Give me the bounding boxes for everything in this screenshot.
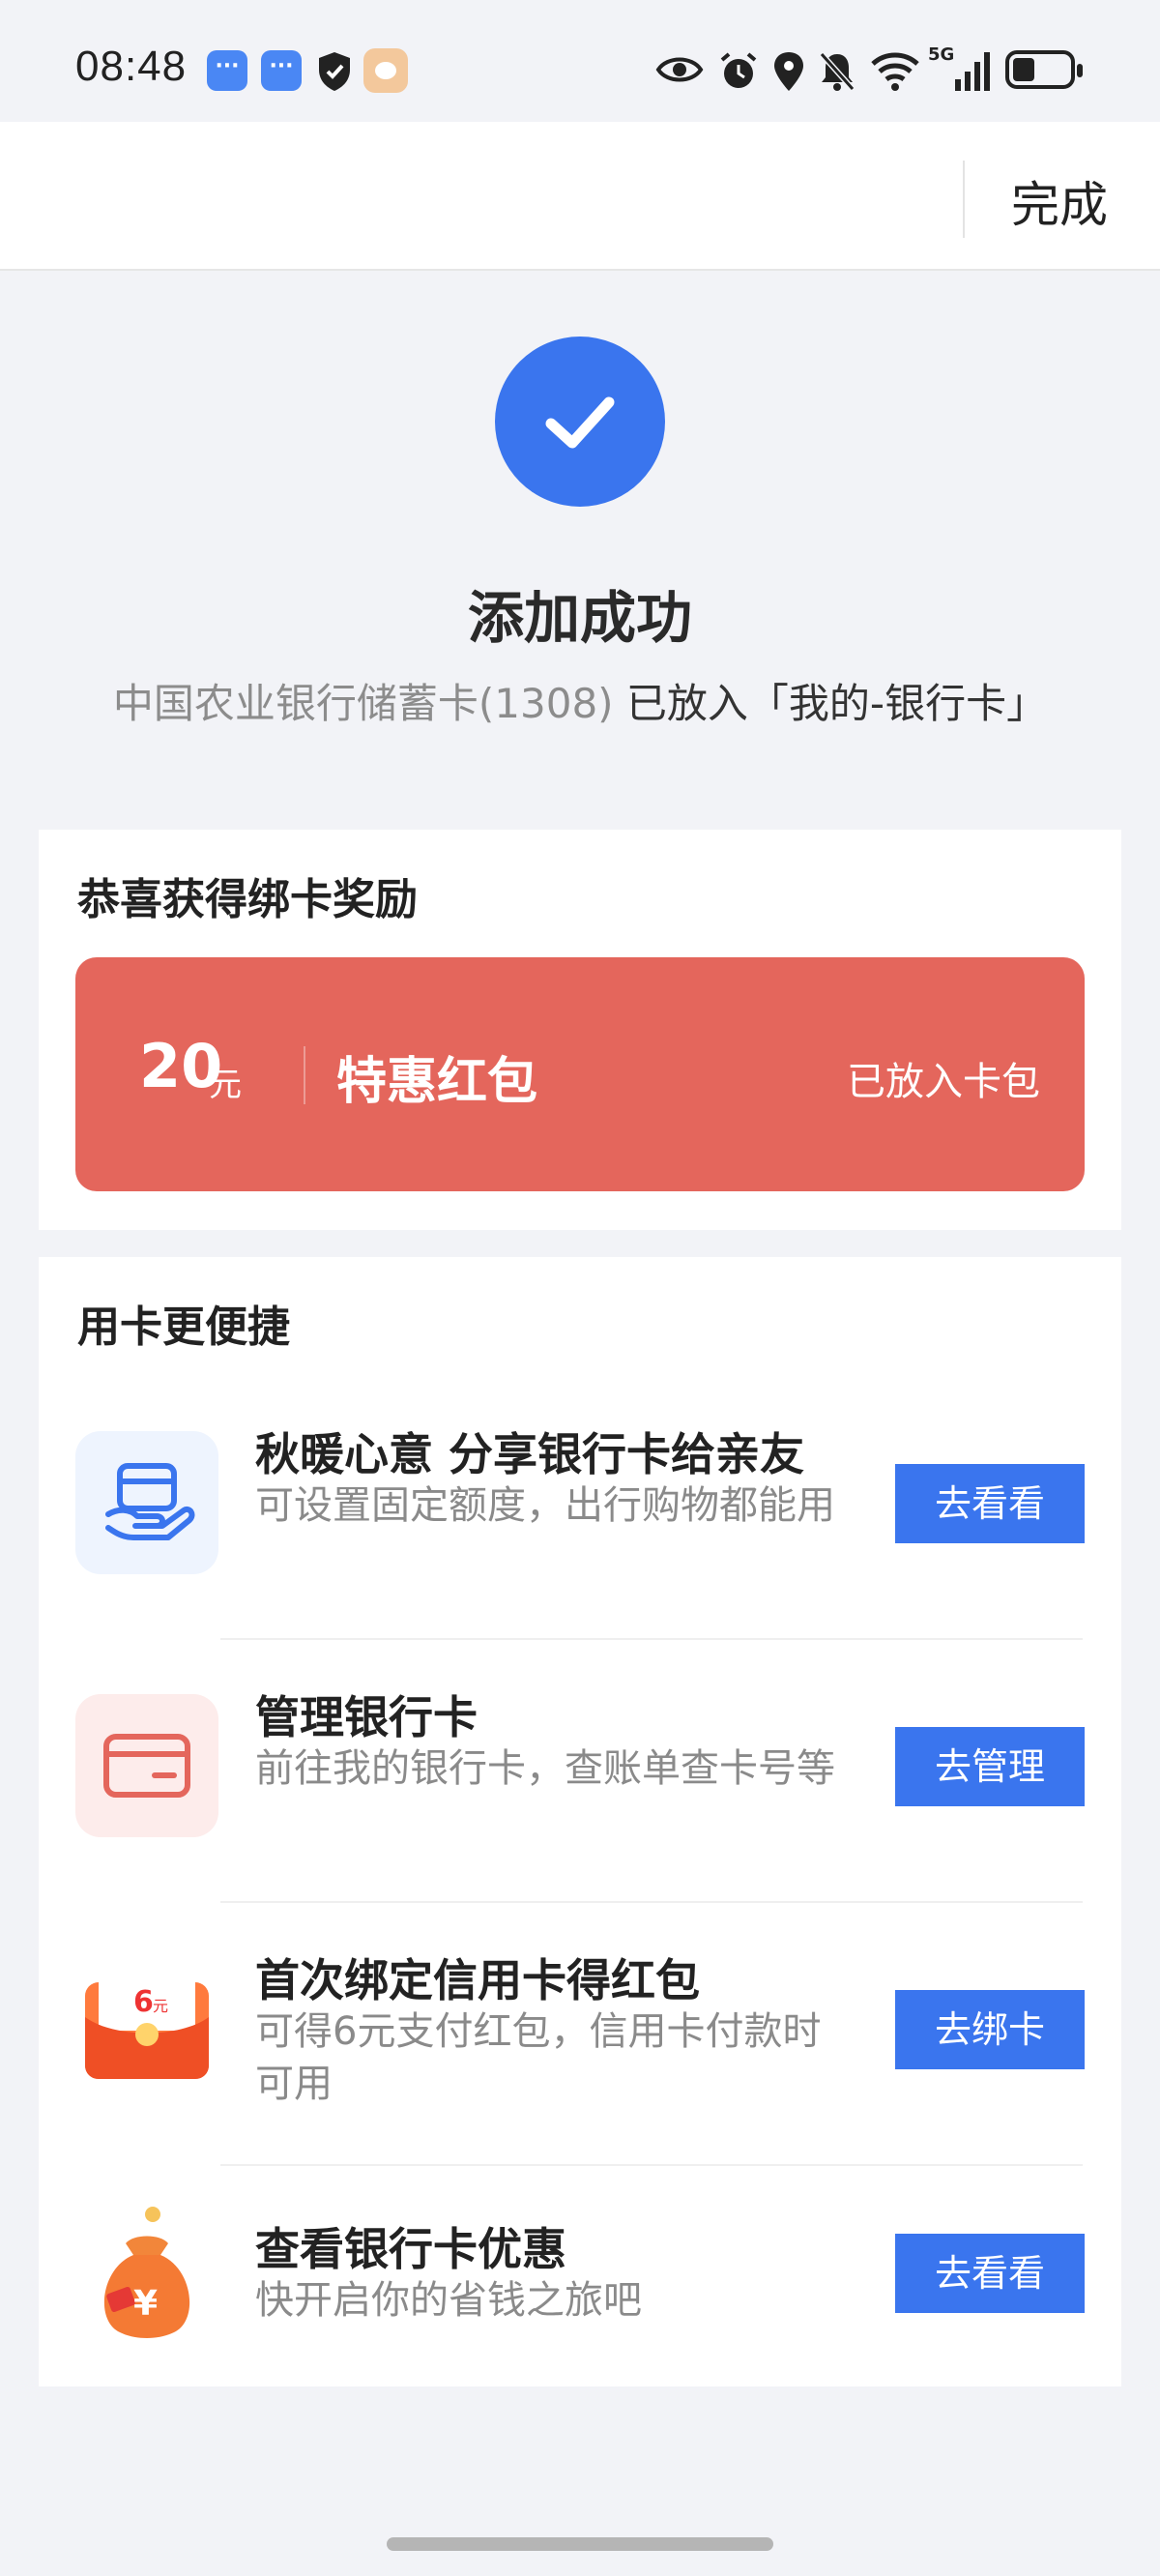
feature-item-manage-card[interactable]: 管理银行卡 前往我的银行卡，查账单查卡号等 去管理 xyxy=(39,1640,1121,1903)
red-packet-name: 特惠红包 xyxy=(336,1053,538,1111)
red-packet-unit: 元 xyxy=(209,1066,242,1104)
pet-app-icon xyxy=(363,48,408,93)
success-title: 添加成功 xyxy=(467,585,692,651)
eye-icon xyxy=(655,57,704,82)
success-subtitle: 中国农业银行储蓄卡(1308) 已放入「我的-银行卡」 xyxy=(0,671,1160,730)
go-manage-button[interactable]: 去管理 xyxy=(895,1727,1085,1806)
message-icon xyxy=(261,50,302,91)
feature-desc: 前往我的银行卡，查账单查卡号等 xyxy=(255,1746,835,1791)
status-bar: 08:48 5G xyxy=(0,0,1160,122)
battery-icon xyxy=(1005,50,1083,89)
share-card-icon xyxy=(75,1431,218,1574)
success-check-icon xyxy=(495,337,665,507)
go-bind-card-button[interactable]: 去绑卡 xyxy=(895,1990,1085,2069)
reward-card-title: 恭喜获得绑卡奖励 xyxy=(77,875,418,924)
top-bar: 完成 xyxy=(0,122,1160,271)
wifi-icon xyxy=(871,52,919,91)
red-packet-status: 已放入卡包 xyxy=(847,1060,1040,1104)
card-name-text: 中国农业银行储蓄卡(1308) xyxy=(112,680,614,727)
card-location-text: 已放入「我的-银行卡」 xyxy=(613,680,1048,727)
done-button[interactable]: 完成 xyxy=(1011,166,1108,236)
go-see-button[interactable]: 去看看 xyxy=(895,2234,1085,2313)
status-time: 08:48 xyxy=(75,43,188,90)
red-envelope-unit: 元 xyxy=(153,1997,168,2015)
red-envelope-amount: 6 xyxy=(133,1985,154,2019)
feature-title: 秋暖心意 分享银行卡给亲友 xyxy=(255,1428,805,1480)
features-title: 用卡更便捷 xyxy=(77,1303,290,1352)
red-envelope-icon: 6 元 xyxy=(75,1957,218,2100)
header-divider xyxy=(963,161,965,238)
feature-title: 查看银行卡优惠 xyxy=(255,2223,566,2275)
features-card: 用卡更便捷 秋暖心意 分享银行卡给亲友 可设置固定额度，出行购物都能用 去看看 … xyxy=(39,1257,1121,2386)
location-icon xyxy=(774,52,803,91)
signal-icon xyxy=(955,52,990,91)
money-bag-symbol: ¥ xyxy=(133,2284,158,2324)
feature-desc: 可得6元支付红包，信用卡付款时可用 xyxy=(255,2009,822,2106)
feature-item-bind-credit[interactable]: 6 元 首次绑定信用卡得红包 可得6元支付红包，信用卡付款时可用 去绑卡 xyxy=(39,1903,1121,2166)
go-see-button[interactable]: 去看看 xyxy=(895,1464,1085,1543)
red-packet-banner[interactable]: 20 元 特惠红包 已放入卡包 xyxy=(75,957,1085,1191)
feature-desc: 快开启你的省钱之旅吧 xyxy=(255,2278,642,2323)
home-indicator[interactable] xyxy=(387,2537,773,2551)
bank-card-icon xyxy=(75,1694,218,1837)
alarm-icon xyxy=(720,52,757,88)
message-icon xyxy=(207,50,247,91)
mute-icon xyxy=(819,52,856,91)
feature-item-card-offers[interactable]: ¥ 查看银行卡优惠 快开启你的省钱之旅吧 去看看 xyxy=(39,2166,1121,2386)
feature-item-share-card[interactable]: 秋暖心意 分享银行卡给亲友 可设置固定额度，出行购物都能用 去看看 xyxy=(39,1377,1121,1640)
feature-desc: 可设置固定额度，出行购物都能用 xyxy=(255,1483,835,1528)
red-packet-divider xyxy=(304,1046,305,1104)
feature-title: 首次绑定信用卡得红包 xyxy=(255,1954,700,2006)
network-type-label: 5G xyxy=(928,44,955,65)
feature-title: 管理银行卡 xyxy=(255,1691,478,1743)
reward-card: 恭喜获得绑卡奖励 20 元 特惠红包 已放入卡包 xyxy=(39,830,1121,1230)
shield-icon xyxy=(319,52,350,91)
money-bag-icon: ¥ xyxy=(75,2205,218,2348)
